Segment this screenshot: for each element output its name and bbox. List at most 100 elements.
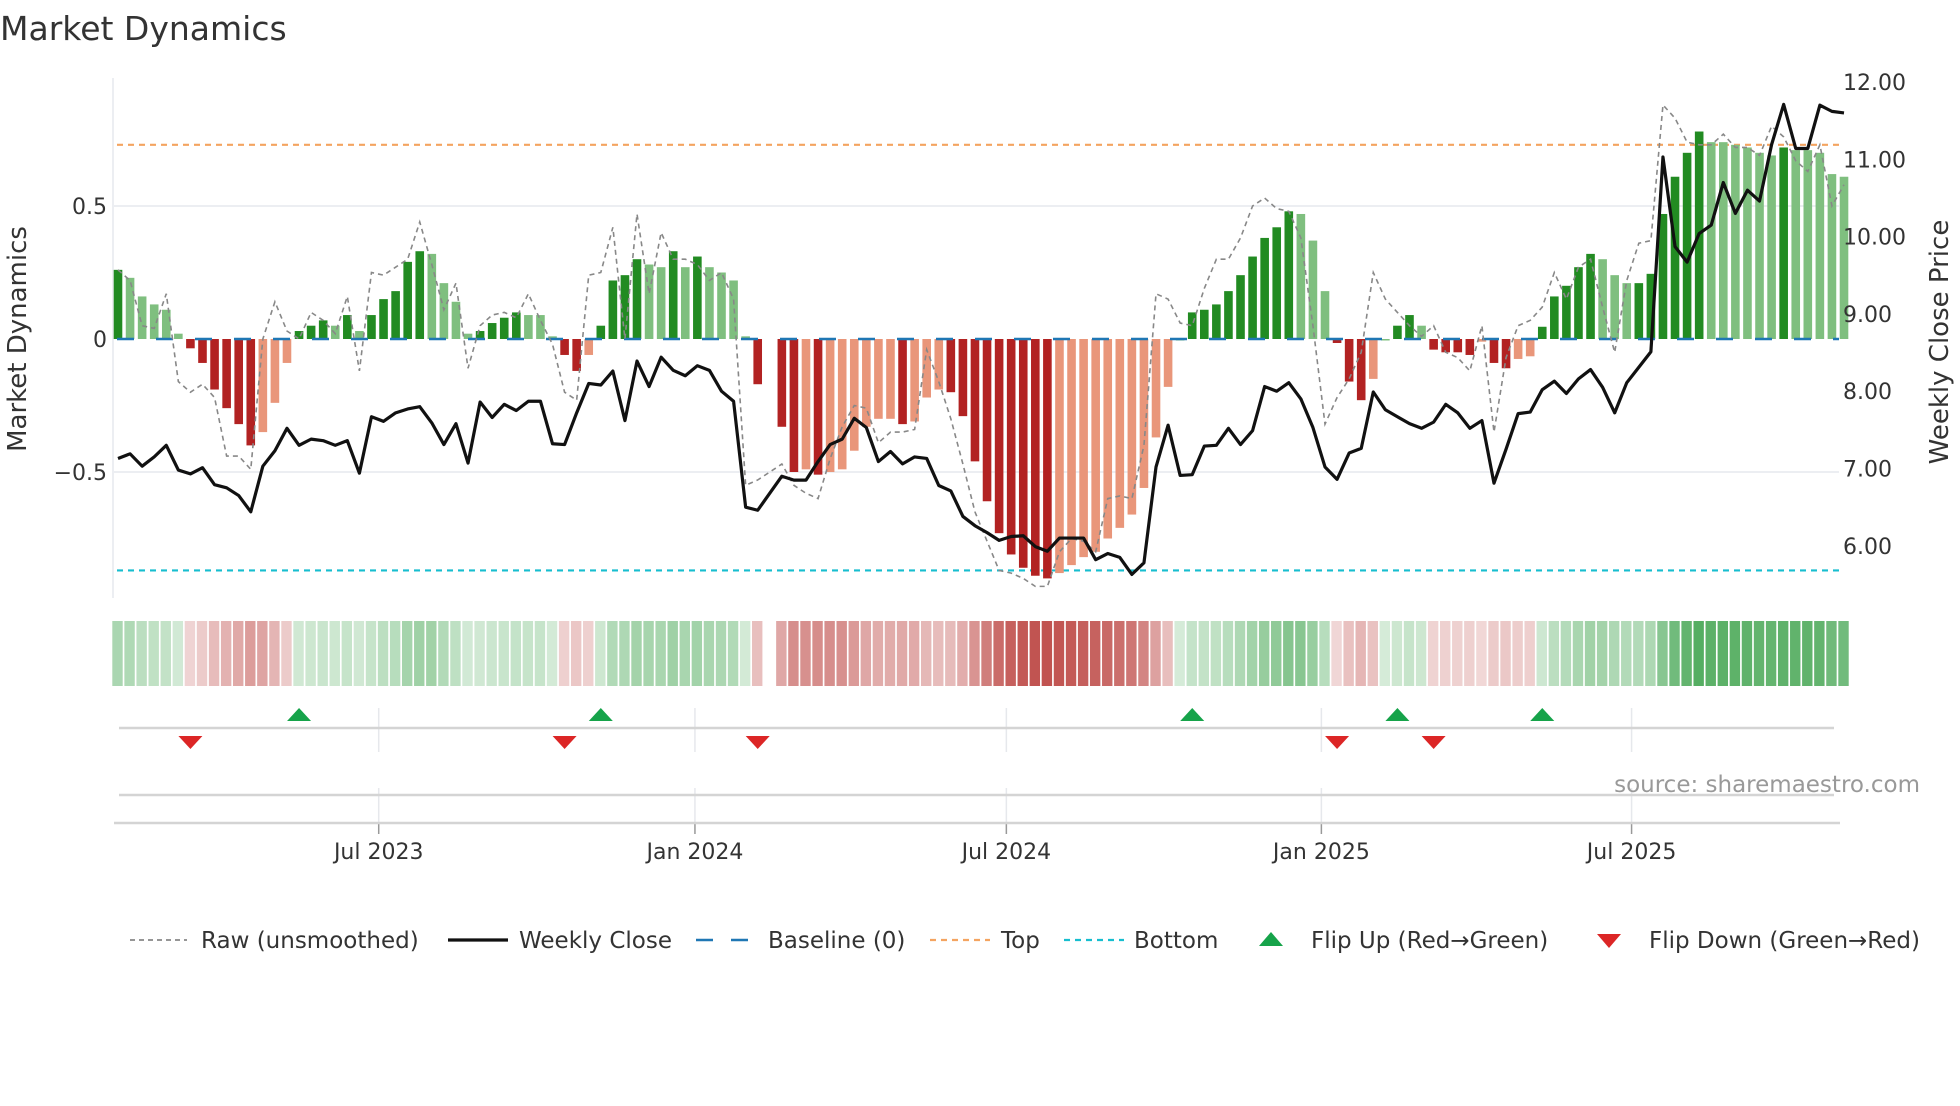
strip-cell [1500,621,1511,686]
dynamics-bar [1815,152,1825,339]
flip-down-marker [178,736,203,749]
dynamics-bar [1658,213,1668,339]
dynamics-bar [644,264,654,339]
strip-cell [1596,621,1608,686]
strip-cell [1053,621,1065,686]
strip-cell [1379,621,1391,686]
dynamics-bar [813,339,823,475]
dynamics-bar [137,296,147,339]
right-tick-label: 12.00 [1843,71,1906,96]
strip-cell [1753,621,1765,686]
dynamics-bar [113,269,123,339]
dynamics-bar [1079,339,1088,558]
dynamics-bar [777,339,787,427]
dynamics-bar [1344,339,1354,382]
strip-cell [1138,621,1149,686]
strip-cell [534,621,546,686]
strip-cell [981,621,992,686]
dynamics-bar [1791,150,1801,339]
strip-cell [329,621,340,686]
strip-cell [1198,621,1209,686]
dynamics-bar [862,339,871,427]
strip-cell [172,621,184,686]
dynamics-bar [258,339,268,433]
strip-cell [872,621,884,686]
dynamics-bar [1550,296,1559,339]
raw-line [117,103,1845,588]
strip-cell [1307,621,1318,686]
strip-cell [1621,621,1632,686]
strip-cell [800,621,811,686]
strip-cell [1114,621,1125,686]
strip-cell [160,621,171,686]
dynamics-bar [1574,267,1583,339]
right-tick-label: 7.00 [1843,458,1892,483]
dynamics-bar [161,309,171,339]
strip-cell [269,621,280,686]
strip-cell [908,621,920,686]
strip-cell [1162,621,1173,686]
dynamics-bar [1224,291,1233,339]
flip-up-marker [287,708,312,721]
dynamics-bar [1634,283,1644,339]
strip-cell [522,621,534,686]
strip-cell [148,621,159,686]
dynamics-bar [1356,339,1366,401]
strip-cell [1608,621,1620,686]
dynamics-bar [1320,291,1330,339]
dynamics-bar [1212,304,1221,339]
legend-label: Weekly Close [519,928,672,954]
strip-cell [1452,621,1463,686]
dynamics-bar [1091,339,1100,552]
dynamics-bar [1103,339,1113,539]
dynamics-bar [1368,339,1378,379]
strip-cell [1669,621,1680,686]
strip-cell [558,621,570,686]
strip-cell [1222,621,1234,686]
strip-cell [969,621,980,686]
dynamics-bar [1018,339,1028,568]
strip-cell [353,621,365,686]
strip-cell [933,621,944,686]
strip-cell [305,621,316,686]
strip-cell [365,621,377,686]
strip-cell [884,621,896,686]
dynamics-bar [680,267,690,339]
strip-cell [643,621,654,686]
strip-cell [1717,621,1729,686]
strip-cell [1355,621,1366,686]
strip-cell [1512,621,1523,686]
dynamics-bar [186,339,195,349]
left-tick-label: 0.5 [72,195,107,220]
strip-cell [1343,621,1354,686]
right-tick-label: 6.00 [1843,535,1892,560]
strip-cell [1041,621,1053,686]
strip-cell [136,621,147,686]
flip-down-marker [745,736,770,749]
legend-label: Flip Up (Red→Green) [1311,928,1548,954]
right-tick-label: 11.00 [1843,148,1906,173]
dynamics-bar [1163,339,1173,387]
strip-cell [1089,621,1101,686]
strip-cell [1029,621,1041,686]
strip-cell [667,621,678,686]
strip-cell [1391,621,1403,686]
strip-cell [788,621,799,686]
strip-cell [1246,621,1258,686]
dynamics-bar [656,267,666,339]
strip-cell [1126,621,1137,686]
dynamics-bar [1670,176,1680,339]
strip-cell [1440,621,1451,686]
strip-cell [812,621,823,686]
strip-cell [281,621,292,686]
strip-cell [1657,621,1668,686]
flip-down-marker [552,736,577,749]
dynamics-bar [717,272,726,339]
strip-cell [752,621,763,686]
dynamics-bar [898,339,907,425]
dynamics-bar [1489,339,1499,363]
dynamics-bar [234,339,243,425]
strip-cell [1271,621,1282,686]
strip-cell [619,621,630,686]
strip-cell [836,621,847,686]
